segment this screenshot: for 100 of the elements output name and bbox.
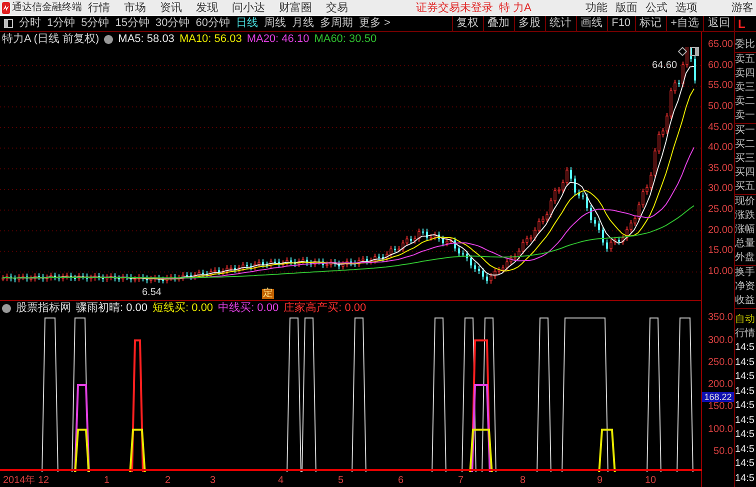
trade-time: 14:5 — [735, 459, 754, 470]
trade-time: 14:5 — [735, 358, 754, 368]
quote-field-label: 换手 — [735, 268, 755, 278]
menu-item[interactable]: 问小达 — [232, 2, 265, 14]
panel-toggle-icon[interactable] — [4, 19, 13, 28]
quote-field-label: 涨跌 — [735, 211, 755, 221]
quote-field-label: 收益 — [735, 296, 755, 306]
period-tab[interactable]: 60分钟 — [196, 18, 230, 29]
indicator-axis-label: 50.0 — [714, 447, 733, 458]
menu-item[interactable]: 交易 — [326, 2, 348, 14]
date-label: 8 — [520, 475, 526, 486]
settings-icon[interactable] — [2, 304, 11, 312]
high-price-label: 64.60 — [652, 61, 678, 71]
menu-item[interactable]: 行情 — [88, 2, 110, 14]
quote-field-label: 卖一 — [735, 111, 755, 121]
toolbar-button[interactable]: 标记 — [634, 16, 666, 31]
indicator-axis-label: 100.0 — [708, 424, 733, 435]
settings-icon[interactable] — [104, 35, 114, 44]
price-axis-label: 50.00 — [708, 102, 733, 112]
price-axis-label: 25.00 — [708, 205, 733, 216]
quote-field-label: 卖三 — [735, 83, 755, 93]
trade-time: 14:5 — [735, 416, 754, 426]
toolbar-button[interactable]: 返回 — [703, 16, 734, 31]
quote-field-label: 买二 — [735, 140, 755, 150]
trade-time: 14:5 — [735, 430, 754, 440]
quote-field-label: 卖四 — [735, 69, 755, 79]
toolbar-button[interactable]: 叠加 — [482, 16, 514, 31]
menu-action[interactable]: 选项 — [675, 2, 698, 14]
date-label: 12 — [38, 475, 50, 486]
period-tab[interactable]: 日线 — [236, 18, 258, 29]
low-price-label: 6.54 — [142, 288, 162, 298]
moving-average-value: MA10: 56.03 — [179, 34, 242, 45]
date-label: 2 — [165, 475, 171, 486]
indicator-value: 中线买: 0.00 — [218, 302, 279, 314]
login-status: 证券交易未登录 — [416, 2, 493, 14]
toolbar-button[interactable]: 多股 — [514, 16, 545, 31]
quote-field-label: 买三 — [735, 154, 755, 164]
toolbar-button[interactable]: 复权 — [452, 16, 483, 31]
menu-action[interactable]: 功能 — [585, 2, 608, 14]
toolbar-button[interactable]: 画线 — [576, 16, 607, 31]
cursor-value-label: 168.22 — [702, 392, 734, 402]
date-label: 9 — [597, 475, 603, 486]
date-label: 10 — [645, 475, 656, 486]
price-axis-label: 30.00 — [708, 184, 733, 194]
toolbar-button[interactable]: F10 — [606, 16, 635, 31]
quote-field-label: 外盘 — [735, 253, 755, 263]
toolbar-button[interactable]: +自选 — [666, 16, 703, 31]
indicator-value: 骤雨初晴: 0.00 — [76, 302, 148, 314]
menu-action[interactable]: 公式 — [645, 2, 668, 14]
quote-field-label: 委比 — [735, 40, 755, 50]
price-axis-label: 20.00 — [708, 226, 733, 236]
indicator-axis-label: 250.0 — [708, 358, 733, 368]
moving-average-value: MA60: 30.50 — [314, 34, 377, 45]
menu-item[interactable]: 发现 — [196, 2, 218, 14]
indicator-axis-label: 350.0 — [708, 313, 733, 324]
quote-field-label: 涨幅 — [735, 225, 755, 235]
menu-item[interactable]: 财富圈 — [279, 2, 312, 14]
menu-item[interactable]: 资讯 — [160, 2, 182, 14]
quote-field-label: 总量 — [735, 239, 755, 249]
menu-item[interactable]: 市场 — [124, 2, 146, 14]
date-label: 4 — [278, 475, 284, 486]
quote-field-label: 净资 — [735, 282, 755, 292]
trade-time: 14:5 — [735, 343, 754, 354]
app-title: 通达信金融终端 — [12, 3, 82, 13]
quote-field-label: 卖五 — [735, 55, 755, 65]
indicator-title: 股票指标网 — [16, 302, 71, 314]
toolbar-button[interactable]: 统计 — [544, 16, 576, 31]
quote-field-label: 卖二 — [735, 97, 755, 107]
stock-name: 特 力A — [499, 2, 532, 14]
period-tab[interactable]: 5分钟 — [81, 18, 110, 29]
price-axis-label: 55.00 — [708, 81, 733, 92]
indicator-axis-label: 300.0 — [708, 336, 733, 346]
period-tab[interactable]: 分时 — [19, 18, 41, 29]
menu-action[interactable]: 版面 — [615, 2, 638, 14]
user-name[interactable]: 游客 — [731, 2, 754, 14]
period-tab[interactable]: 15分钟 — [115, 18, 150, 29]
price-axis-label: 40.00 — [708, 143, 733, 154]
period-tab[interactable]: 月线 — [292, 18, 314, 29]
app-logo-icon — [2, 2, 10, 14]
price-axis-label: 10.00 — [708, 266, 733, 277]
quote-field-label: 现价 — [735, 197, 755, 207]
quote-field-label: 买四 — [735, 168, 755, 178]
date-label: 2014年 — [3, 475, 36, 486]
price-axis-label: 35.00 — [708, 164, 733, 174]
quote-field-label: 买一 — [735, 126, 755, 136]
period-tab[interactable]: 多周期 — [320, 18, 353, 29]
date-label: 6 — [398, 475, 404, 486]
period-tab[interactable]: 周线 — [264, 18, 286, 29]
indicator-axis-label: 150.0 — [708, 402, 733, 412]
period-tab[interactable]: 1分钟 — [47, 18, 76, 29]
mode-label[interactable]: 自动 — [735, 315, 755, 325]
period-tab[interactable]: 30分钟 — [156, 18, 190, 29]
trade-time: 14:5 — [735, 401, 754, 412]
brand-logo: L — [734, 16, 756, 31]
diamond-icon[interactable] — [678, 47, 687, 56]
period-tab[interactable]: 更多 > — [359, 18, 390, 29]
price-axis-label: 65.00 — [708, 40, 733, 50]
date-label: 3 — [210, 475, 216, 486]
panel-icon[interactable] — [690, 47, 699, 56]
quote-field-label: 买五 — [735, 182, 755, 192]
